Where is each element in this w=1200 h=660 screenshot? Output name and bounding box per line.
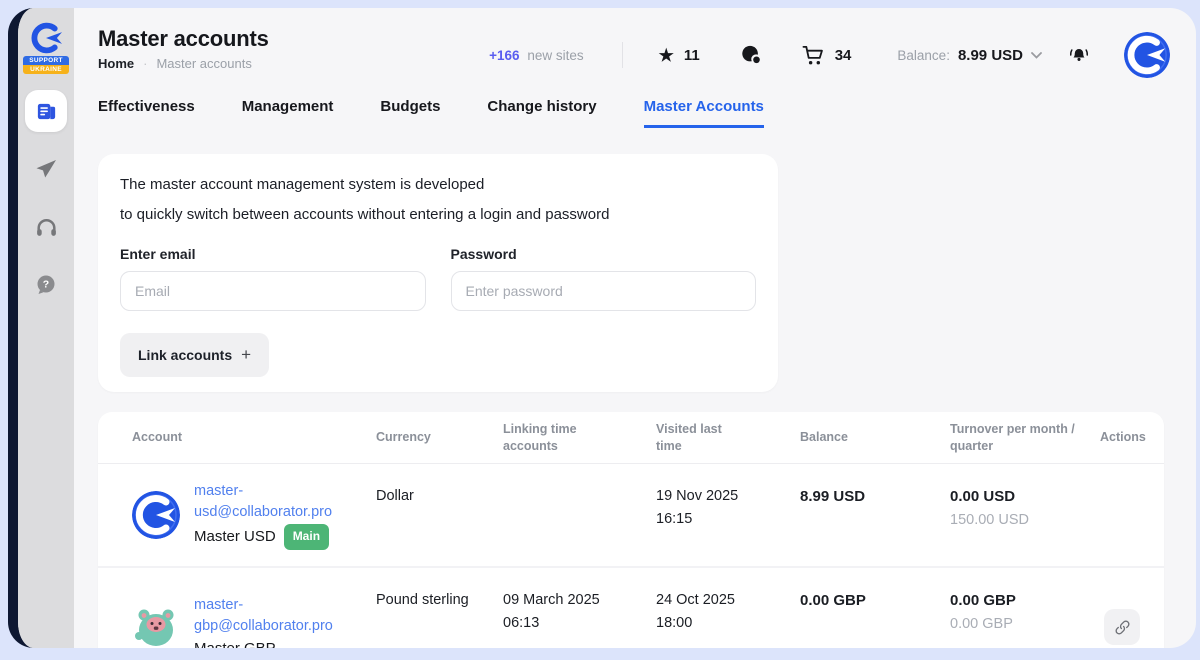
balance-value: 8.99 USD: [958, 47, 1023, 64]
monster-avatar: [132, 603, 180, 648]
column-header-balance: Balance: [800, 429, 950, 446]
question-bubble-icon: ?: [34, 273, 58, 297]
app-logo[interactable]: SUPPORT UKRAINE: [23, 22, 69, 74]
column-header-account: Account: [132, 429, 376, 446]
plus-icon: +: [241, 345, 251, 365]
visited-cell: 24 Oct 2025 18:00: [656, 568, 800, 635]
app-window: SUPPORT UKRAINE: [8, 8, 1196, 648]
table-row: master- gbp@collaborator.pro Master GBP …: [98, 566, 1164, 648]
page-title: Master accounts: [98, 26, 269, 52]
bell-icon: [1068, 44, 1090, 66]
visited-cell: 19 Nov 2025 16:15: [656, 464, 800, 531]
account-email-link[interactable]: master- usd@collaborator.pro: [194, 481, 332, 523]
sidebar-nav: ?: [25, 90, 67, 306]
email-input[interactable]: [120, 271, 426, 311]
turnover-cell: 0.00 USD 150.00 USD: [950, 464, 1100, 532]
sidebar-item-support[interactable]: [25, 206, 67, 248]
table-row: master- usd@collaborator.pro Master USD …: [98, 464, 1164, 566]
favorites-stat[interactable]: ★ 11: [659, 47, 700, 64]
main-badge: Main: [284, 524, 329, 550]
column-header-visited: Visited last time: [656, 421, 800, 455]
user-avatar[interactable]: [1124, 32, 1170, 78]
breadcrumb-separator: ·: [143, 56, 147, 71]
balance-cell: 0.00 GBP: [800, 568, 950, 612]
link-account-action-button[interactable]: [1104, 609, 1140, 645]
svg-text:?: ?: [43, 279, 49, 291]
column-header-actions: Actions: [1100, 429, 1164, 446]
link-accounts-label: Link accounts: [138, 347, 232, 363]
column-header-currency: Currency: [376, 429, 503, 446]
account-name: Master GBP: [194, 638, 276, 648]
collaborator-logo-icon: [28, 22, 64, 54]
table-header-row: Account Currency Linking time accounts V…: [98, 412, 1164, 464]
sidebar-item-telegram[interactable]: [25, 148, 67, 190]
tab-effectiveness[interactable]: Effectiveness: [98, 98, 195, 128]
headphones-icon: [34, 215, 59, 240]
cart-stat[interactable]: 34: [802, 44, 852, 67]
new-sites-counter[interactable]: +166 new sites: [489, 48, 583, 63]
main-area: Master accounts Home · Master accounts +…: [74, 8, 1196, 648]
favorites-count: 11: [684, 47, 700, 64]
breadcrumb-home[interactable]: Home: [98, 56, 134, 71]
sidebar-item-help[interactable]: ?: [25, 264, 67, 306]
link-account-form: Enter email Password: [120, 246, 756, 311]
header-divider: [622, 42, 623, 68]
tab-master-accounts[interactable]: Master Accounts: [644, 98, 764, 128]
balance-label: Balance:: [897, 48, 950, 63]
screen: SUPPORT UKRAINE: [0, 0, 1200, 660]
chat-button[interactable]: [740, 44, 762, 66]
support-ukraine-badge: SUPPORT UKRAINE: [23, 56, 69, 74]
tab-budgets[interactable]: Budgets: [380, 98, 440, 128]
link-icon: [1114, 619, 1131, 636]
support-ukraine-line1: SUPPORT: [23, 56, 69, 65]
sidebar-item-news[interactable]: [25, 90, 67, 132]
cart-icon: [802, 44, 825, 67]
link-account-card: The master account management system is …: [98, 154, 778, 392]
chevron-down-icon: [1031, 52, 1042, 59]
chat-icon: [740, 44, 762, 66]
breadcrumb: Home · Master accounts: [98, 56, 252, 71]
accounts-table: Account Currency Linking time accounts V…: [98, 412, 1164, 648]
news-icon: [35, 100, 58, 123]
sidebar: SUPPORT UKRAINE: [18, 8, 74, 648]
account-name: Master USD: [194, 526, 276, 547]
currency-cell: Pound sterling: [376, 568, 503, 612]
card-description-line1: The master account management system is …: [120, 170, 756, 200]
balance-cell: 8.99 USD: [800, 464, 950, 508]
actions-cell: [1100, 609, 1164, 645]
header-actions: +166 new sites ★ 11: [489, 32, 1170, 78]
breadcrumb-current: Master accounts: [156, 56, 251, 71]
tab-change-history[interactable]: Change history: [487, 98, 596, 128]
column-header-turnover: Turnover per month / quarter: [950, 421, 1100, 455]
new-sites-label: new sites: [527, 48, 583, 63]
card-description-line2: to quickly switch between accounts witho…: [120, 200, 756, 230]
password-label: Password: [451, 246, 757, 262]
password-input[interactable]: [451, 271, 757, 311]
notifications-button[interactable]: [1068, 44, 1090, 66]
currency-cell: Dollar: [376, 464, 503, 508]
tab-management[interactable]: Management: [242, 98, 334, 128]
star-icon: ★: [659, 47, 674, 64]
balance-dropdown[interactable]: Balance: 8.99 USD: [897, 47, 1042, 64]
email-label: Enter email: [120, 246, 426, 262]
new-sites-count: +166: [489, 48, 519, 63]
tab-bar: Effectiveness Management Budgets Change …: [98, 98, 764, 128]
collaborator-avatar-icon: [132, 491, 180, 539]
column-header-linking-time: Linking time accounts: [503, 421, 656, 455]
link-accounts-button[interactable]: Link accounts +: [120, 333, 269, 377]
linking-time-cell: [503, 464, 656, 485]
cart-count: 34: [835, 47, 852, 64]
account-email-link[interactable]: master- gbp@collaborator.pro: [194, 595, 333, 637]
linking-time-cell: 09 March 2025 06:13: [503, 568, 656, 635]
support-ukraine-line2: UKRAINE: [23, 65, 69, 74]
paper-plane-icon: [34, 157, 58, 181]
turnover-cell: 0.00 GBP 0.00 GBP: [950, 568, 1100, 636]
